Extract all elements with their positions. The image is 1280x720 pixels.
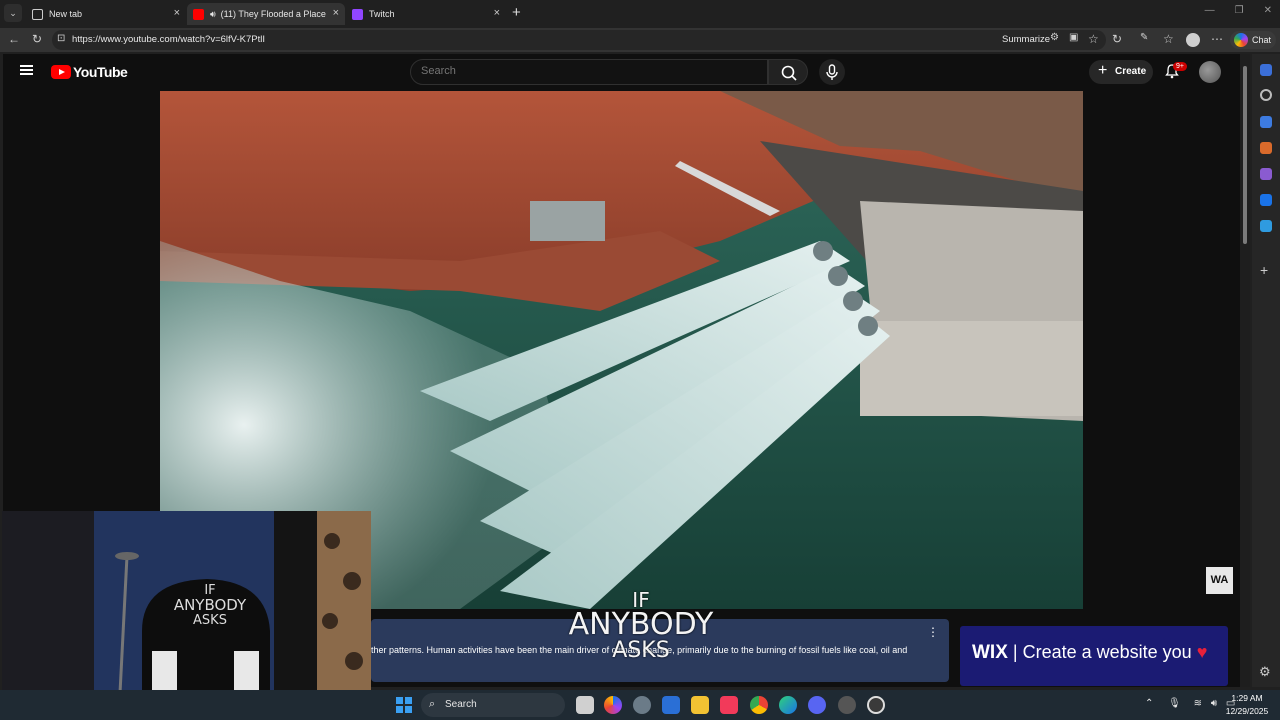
site-info-icon[interactable]: ⊡	[57, 33, 65, 44]
app-icon[interactable]	[838, 696, 856, 714]
overlay-text: IF ANYBODY ASKS	[568, 588, 714, 663]
menu-icon[interactable]	[20, 65, 33, 75]
search-icon	[781, 65, 797, 81]
close-tab-icon[interactable]: ×	[333, 7, 339, 19]
copilot-icon	[1234, 33, 1248, 47]
search-button[interactable]	[768, 59, 808, 85]
youtube-favicon-icon	[193, 8, 204, 20]
search-input[interactable]	[421, 65, 721, 77]
notification-badge: 9+	[1173, 62, 1187, 71]
extensions-refresh-icon[interactable]: ↻	[1112, 32, 1122, 46]
youtube-header: YouTube + Create 9+	[3, 54, 1250, 90]
extensions-icon[interactable]: ✎	[1140, 32, 1148, 43]
browser-toolbar: ← ↻ ⊡ https://www.youtube.com/watch?v=6l…	[0, 28, 1280, 52]
add-sidebar-app-icon[interactable]: +	[1260, 262, 1268, 278]
cap-text: IF ANYBODY ASKS	[173, 583, 247, 628]
twitch-favicon-icon	[352, 8, 363, 20]
back-arrow-icon[interactable]: ←	[8, 32, 20, 46]
wix-ad-banner[interactable]: WIX | Create a website you ♥	[960, 626, 1228, 686]
windows-taskbar: ⌕ Search ⌃ 🎙︎ ≋ 🔊︎ ▭ 1:29 AM 12/29/2025	[0, 690, 1280, 720]
refresh-icon[interactable]: ↻	[32, 32, 42, 46]
settings-gear-icon[interactable]: ⚙	[1259, 664, 1271, 680]
favorite-star-icon[interactable]: ☆	[1088, 32, 1099, 46]
webcam-overlay: IF ANYBODY ASKS	[2, 511, 371, 693]
youtube-logo-icon[interactable]	[51, 65, 71, 79]
edge-icon[interactable]	[779, 696, 797, 714]
taskbar-search[interactable]: ⌕ Search	[421, 693, 565, 717]
window-controls: — ❐ ✕	[1205, 5, 1272, 16]
more-options-icon[interactable]: ⋯	[1211, 32, 1223, 46]
games-icon[interactable]	[1260, 168, 1272, 180]
url-text: https://www.youtube.com/watch?v=6lfV-K7P…	[72, 34, 265, 45]
chevron-up-icon[interactable]: ⌃	[1145, 698, 1153, 709]
tab-youtube-video[interactable]: 🔊︎ (11) They Flooded a Place Th ×	[187, 3, 345, 25]
settings-app-icon[interactable]	[633, 696, 651, 714]
split-screen-icon[interactable]: ▣	[1069, 32, 1078, 43]
plus-icon: +	[1098, 62, 1108, 79]
taskbar-clock[interactable]: 1:29 AM 12/29/2025	[1222, 692, 1272, 718]
heart-icon: ♥	[1196, 642, 1208, 662]
favorites-icon[interactable]: ☆	[1163, 32, 1174, 46]
discord-icon[interactable]	[808, 696, 826, 714]
volume-icon[interactable]: 🔊︎	[1211, 698, 1217, 709]
maximize-icon[interactable]: ❐	[1235, 5, 1244, 16]
tools-icon[interactable]	[1260, 142, 1272, 154]
channel-watermark[interactable]: WA	[1206, 567, 1233, 594]
edge-sidebar: + ⚙	[1252, 54, 1280, 687]
send-icon[interactable]	[1260, 220, 1272, 232]
speaker-icon[interactable]: 🔊︎	[210, 9, 216, 20]
summarize-button[interactable]: Summarize	[1002, 34, 1050, 45]
tab-new-tab[interactable]: New tab ×	[26, 3, 186, 25]
new-tab-plus-icon[interactable]: +	[512, 4, 521, 21]
profile-avatar[interactable]	[1186, 33, 1200, 47]
music-app-icon[interactable]	[720, 696, 738, 714]
search-icon: ⌕	[429, 698, 436, 710]
close-tab-icon[interactable]: ×	[174, 7, 180, 19]
shopping-tag-icon[interactable]	[1260, 116, 1272, 128]
new-tab-icon	[32, 8, 43, 20]
search-box[interactable]	[410, 59, 768, 85]
scrollbar-thumb[interactable]	[1243, 66, 1247, 244]
create-button[interactable]: + Create	[1089, 60, 1153, 84]
microphone-icon	[826, 64, 838, 80]
page-scrollbar[interactable]	[1240, 54, 1250, 687]
close-tab-icon[interactable]: ×	[494, 7, 500, 19]
outlook-icon[interactable]	[1260, 194, 1272, 206]
copilot-chat-button[interactable]: Chat	[1230, 31, 1276, 49]
chrome-icon[interactable]	[750, 696, 768, 714]
minimize-icon[interactable]: —	[1205, 5, 1215, 16]
task-view-icon[interactable]	[576, 696, 594, 714]
copilot-sidebar-icon[interactable]	[1260, 64, 1272, 76]
browser-tab-strip: ⌄ New tab × 🔊︎ (11) They Flooded a Place…	[0, 0, 1280, 28]
windows-start-icon[interactable]	[396, 697, 412, 713]
copilot-app-icon[interactable]	[604, 696, 622, 714]
file-explorer-icon[interactable]	[691, 696, 709, 714]
search-icon[interactable]	[1260, 89, 1272, 101]
summarize-icon[interactable]: ⚙	[1050, 32, 1059, 43]
ad-text: | Create a website you	[1012, 642, 1192, 662]
close-window-icon[interactable]: ✕	[1264, 5, 1272, 16]
account-avatar[interactable]	[1199, 61, 1221, 83]
caption-options-icon[interactable]: ⋮	[927, 625, 939, 639]
media-player-icon[interactable]	[867, 696, 885, 714]
tab-twitch[interactable]: Twitch ×	[346, 3, 506, 25]
store-app-icon[interactable]	[662, 696, 680, 714]
wix-brand: WIX	[972, 642, 1008, 663]
microphone-icon[interactable]: 🎙︎	[1168, 698, 1181, 709]
youtube-wordmark[interactable]: YouTube	[73, 64, 128, 80]
address-bar[interactable]: ⊡ https://www.youtube.com/watch?v=6lfV-K…	[52, 30, 1106, 50]
wifi-icon[interactable]: ≋	[1194, 698, 1202, 709]
voice-search-button[interactable]	[819, 59, 845, 85]
tab-actions-button[interactable]: ⌄	[4, 4, 22, 22]
